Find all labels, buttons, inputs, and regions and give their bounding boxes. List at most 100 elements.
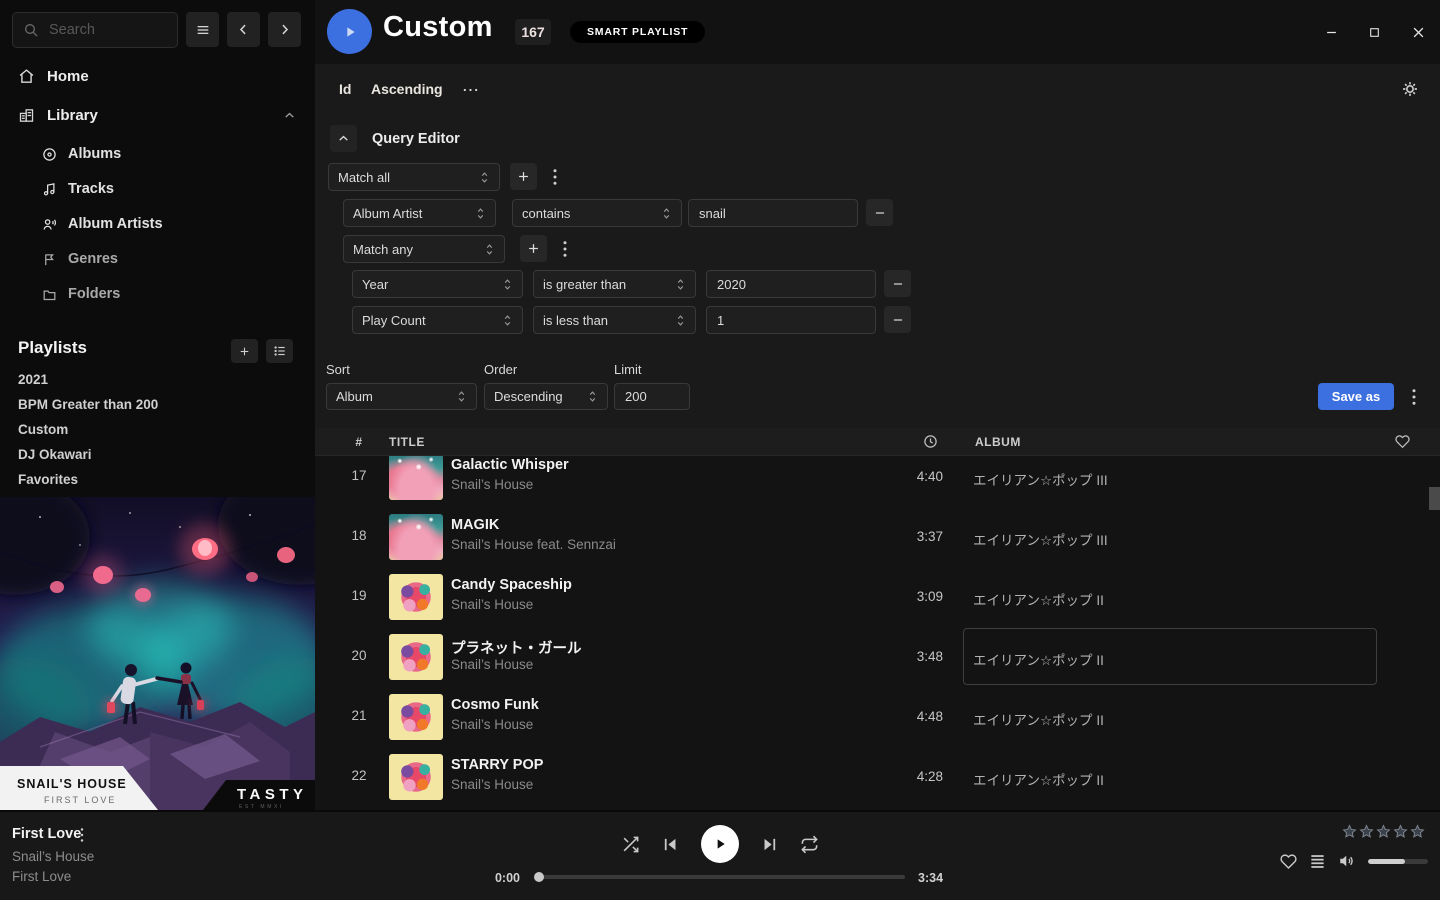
rule-group-menu-icon[interactable] bbox=[556, 235, 574, 262]
navigate-back-button[interactable] bbox=[227, 12, 260, 47]
track-title: Candy Spaceship bbox=[451, 577, 572, 593]
search-input[interactable] bbox=[47, 21, 167, 39]
rule-value-input[interactable] bbox=[688, 199, 858, 227]
now-playing-title[interactable]: First Love bbox=[12, 826, 81, 842]
column-header-album[interactable]: ALBUM bbox=[975, 435, 1021, 449]
query-menu-icon[interactable] bbox=[1405, 383, 1423, 410]
rating-star-icon[interactable] bbox=[1359, 824, 1374, 839]
chevron-up-icon[interactable] bbox=[283, 109, 296, 122]
playlist-item[interactable]: DJ Okawari bbox=[18, 446, 158, 464]
rule-group-menu-icon[interactable] bbox=[546, 163, 564, 190]
chevron-right-icon bbox=[277, 22, 292, 37]
sidebar-item-label: Folders bbox=[68, 286, 120, 302]
track-row[interactable]: 22STARRY POPSnail’s House4:28エイリアン☆ポップ I… bbox=[315, 747, 1440, 807]
sort-select[interactable]: Album bbox=[326, 383, 477, 410]
save-as-button[interactable]: Save as bbox=[1318, 383, 1394, 410]
skip-next-icon[interactable] bbox=[761, 836, 778, 853]
window-close-button[interactable] bbox=[1409, 23, 1427, 41]
settings-gear-icon[interactable] bbox=[1401, 80, 1419, 98]
track-duration: 4:40 bbox=[855, 469, 943, 484]
sidebar-item-genres[interactable]: Genres bbox=[0, 246, 315, 272]
updown-chevrons-icon bbox=[502, 277, 513, 292]
track-artist: Snail’s House bbox=[451, 717, 533, 732]
navigate-forward-button[interactable] bbox=[268, 12, 301, 47]
updown-chevrons-icon bbox=[675, 277, 686, 292]
rule-value-input[interactable] bbox=[706, 306, 876, 334]
favorite-heart-icon[interactable] bbox=[1280, 853, 1297, 870]
add-rule-button[interactable] bbox=[520, 235, 547, 262]
chevron-up-icon bbox=[337, 132, 350, 145]
add-rule-button[interactable] bbox=[510, 163, 537, 190]
duration-clock-icon[interactable] bbox=[923, 434, 938, 449]
playlist-item[interactable]: Custom bbox=[18, 421, 158, 439]
column-header-index[interactable]: # bbox=[339, 435, 379, 449]
rule-field-select[interactable]: Year bbox=[352, 270, 523, 298]
track-row[interactable]: 17Galactic WhisperSnail’s House4:40エイリアン… bbox=[315, 447, 1440, 507]
track-count-badge: 167 bbox=[515, 19, 551, 45]
limit-input[interactable] bbox=[614, 383, 690, 410]
select-value: Play Count bbox=[362, 313, 426, 328]
playlist-item[interactable]: Favorites bbox=[18, 471, 158, 489]
root-match-select[interactable]: Match all bbox=[328, 163, 500, 191]
sidebar-item-albums[interactable]: Albums bbox=[0, 141, 315, 167]
track-artist: Snail’s House feat. Sennzai bbox=[451, 537, 616, 552]
playlist-item[interactable]: BPM Greater than 200 bbox=[18, 396, 158, 414]
now-playing-artist[interactable]: Snail’s House bbox=[12, 849, 94, 864]
track-row[interactable]: 19Candy SpaceshipSnail’s House3:09エイリアン☆… bbox=[315, 567, 1440, 627]
now-playing-album-art[interactable]: SNAIL'S HOUSE FIRST LOVE TASTY EST MMXI bbox=[0, 497, 315, 810]
sort-field-button[interactable]: Id bbox=[339, 81, 351, 97]
queue-icon[interactable] bbox=[1309, 854, 1326, 869]
now-playing-album[interactable]: First Love bbox=[12, 869, 71, 884]
rule-operator-select[interactable]: is greater than bbox=[533, 270, 696, 298]
favorite-column-heart-icon[interactable] bbox=[1395, 434, 1410, 449]
more-options-icon[interactable] bbox=[462, 85, 479, 95]
playlist-title: Custom bbox=[383, 11, 493, 44]
remove-rule-button[interactable] bbox=[884, 270, 911, 297]
column-header-title[interactable]: TITLE bbox=[389, 435, 425, 449]
play-playlist-button[interactable] bbox=[327, 9, 372, 54]
shuffle-icon[interactable] bbox=[621, 835, 640, 854]
sidebar-item-library[interactable]: Library bbox=[0, 101, 315, 129]
rating-star-icon[interactable] bbox=[1410, 824, 1425, 839]
volume-speaker-icon[interactable] bbox=[1338, 852, 1356, 870]
sidebar-item-folders[interactable]: Folders bbox=[0, 281, 315, 307]
search-box[interactable] bbox=[12, 12, 178, 48]
volume-slider[interactable] bbox=[1368, 859, 1428, 864]
playlist-item[interactable]: 2021 bbox=[18, 371, 158, 389]
sidebar-item-tracks[interactable]: Tracks bbox=[0, 176, 315, 202]
seek-bar[interactable] bbox=[535, 875, 905, 879]
track-row[interactable]: 18MAGIKSnail’s House feat. Sennzai3:37エイ… bbox=[315, 507, 1440, 567]
sidebar-item-label: Album Artists bbox=[68, 216, 163, 232]
window-maximize-button[interactable] bbox=[1365, 23, 1383, 41]
rule-operator-select[interactable]: is less than bbox=[533, 306, 696, 334]
updown-chevrons-icon bbox=[456, 389, 467, 404]
rule-value-input[interactable] bbox=[706, 270, 876, 298]
skip-previous-icon[interactable] bbox=[662, 836, 679, 853]
add-playlist-button[interactable] bbox=[231, 339, 258, 363]
play-pause-button[interactable] bbox=[701, 825, 739, 863]
scrollbar-thumb[interactable] bbox=[1429, 487, 1440, 510]
window-minimize-button[interactable] bbox=[1322, 23, 1340, 41]
sort-order-button[interactable]: Ascending bbox=[371, 81, 443, 97]
query-editor-collapse-button[interactable] bbox=[330, 125, 357, 152]
rule-field-select[interactable]: Album Artist bbox=[343, 199, 496, 227]
remove-rule-button[interactable] bbox=[866, 199, 893, 226]
rating-star-icon[interactable] bbox=[1393, 824, 1408, 839]
app-menu-button[interactable] bbox=[186, 12, 219, 47]
rule-operator-select[interactable]: contains bbox=[512, 199, 682, 227]
rating-star-icon[interactable] bbox=[1376, 824, 1391, 839]
rating-star-icon[interactable] bbox=[1342, 824, 1357, 839]
repeat-icon[interactable] bbox=[800, 835, 819, 854]
sidebar-item-home[interactable]: Home bbox=[0, 62, 315, 90]
remove-rule-button[interactable] bbox=[884, 306, 911, 333]
track-row[interactable]: 20プラネット・ガールSnail’s House3:48エイリアン☆ポップ II bbox=[315, 627, 1440, 687]
track-row[interactable]: 21Cosmo FunkSnail’s House4:48エイリアン☆ポップ I… bbox=[315, 687, 1440, 747]
now-playing-menu-icon[interactable] bbox=[80, 828, 84, 842]
playlist-list-button[interactable] bbox=[266, 339, 293, 363]
plus-icon bbox=[516, 169, 531, 184]
seek-knob[interactable] bbox=[534, 872, 544, 882]
group-match-select[interactable]: Match any bbox=[343, 235, 505, 263]
sidebar-item-album-artists[interactable]: Album Artists bbox=[0, 211, 315, 237]
order-select[interactable]: Descending bbox=[484, 383, 608, 410]
rule-field-select[interactable]: Play Count bbox=[352, 306, 523, 334]
